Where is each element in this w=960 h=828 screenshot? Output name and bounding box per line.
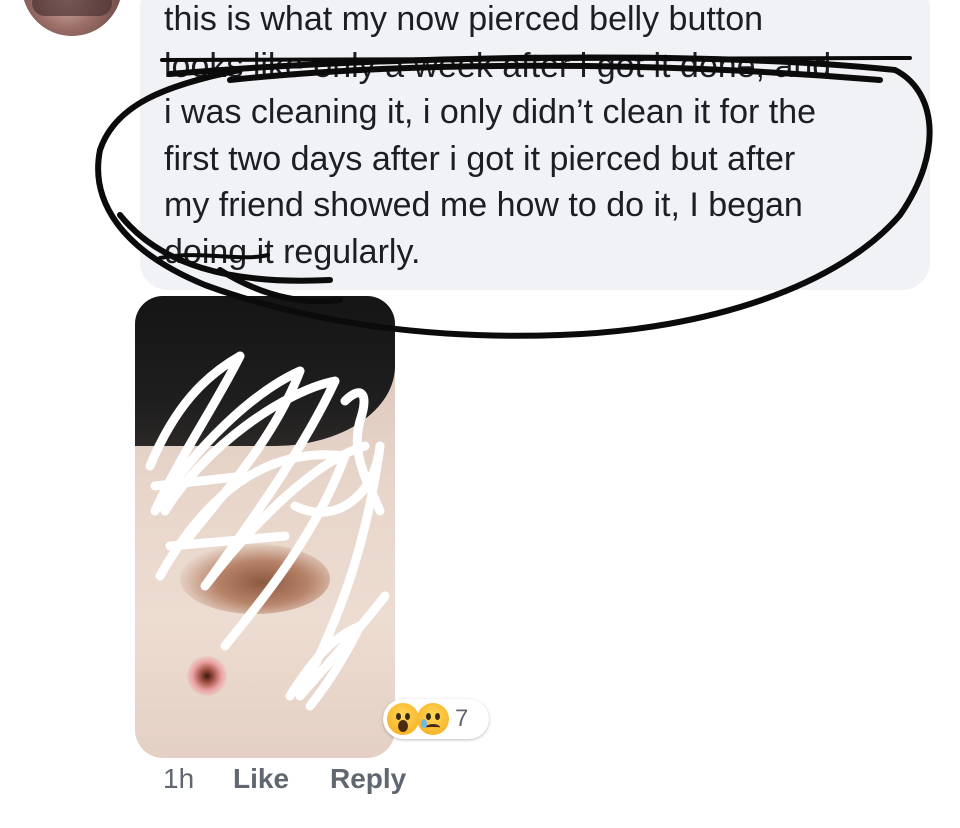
reaction-count: 7 xyxy=(455,705,469,732)
reply-button[interactable]: Reply xyxy=(330,763,406,795)
sad-icon xyxy=(417,703,449,735)
attached-photo[interactable] xyxy=(135,296,395,758)
comment-line: my friend showed me how to do it, I bega… xyxy=(164,186,803,224)
comment-line: i was cleaning it, i only didn’t clean i… xyxy=(164,93,817,131)
reaction-summary[interactable]: 7 xyxy=(383,699,489,739)
wow-icon xyxy=(387,703,419,735)
comment-line: doing it regularly. xyxy=(164,232,421,271)
comment-timestamp[interactable]: 1h xyxy=(163,763,194,795)
avatar[interactable] xyxy=(22,0,122,36)
comment-line: first two days after i got it pierced bu… xyxy=(164,139,796,178)
white-scribble-redaction xyxy=(145,351,390,711)
comment-line: looks like only a week after i got it do… xyxy=(164,46,832,85)
comment-text: this is what my now pierced belly button… xyxy=(164,0,924,275)
like-button[interactable]: Like xyxy=(233,763,289,795)
comment-line: this is what my now pierced belly button xyxy=(164,0,764,38)
